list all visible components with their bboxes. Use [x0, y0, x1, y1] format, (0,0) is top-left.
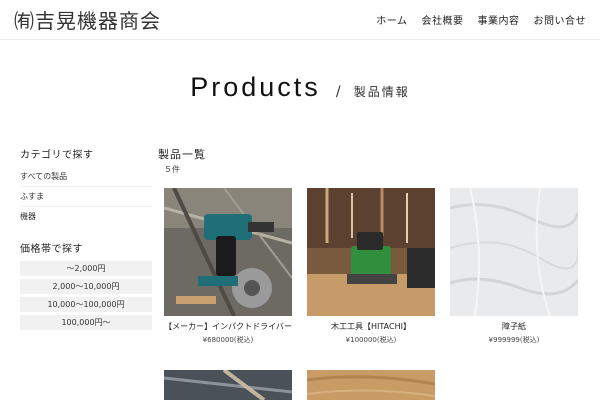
product-photo: [307, 370, 435, 400]
product-price: ¥100000(税込): [345, 336, 397, 344]
product-name[interactable]: 障子紙: [450, 321, 578, 332]
nav-business[interactable]: 事業内容: [478, 12, 520, 27]
category-fusuma[interactable]: ふすま: [20, 187, 152, 207]
shoji-paper-photo: [450, 188, 578, 316]
category-all[interactable]: すべての製品: [20, 167, 152, 187]
page-title: Products: [190, 72, 321, 102]
product-image-woodworking-tool[interactable]: [307, 188, 435, 316]
product-name[interactable]: 木工工具【HITACHI】: [307, 321, 435, 332]
price-list: 〜2,000円 2,000〜10,000円 10,000〜100,000円 10…: [20, 261, 152, 330]
category-equipment[interactable]: 機器: [20, 207, 152, 226]
price-range-button[interactable]: 10,000〜100,000円: [20, 297, 152, 312]
product-list-title: 製品一覧: [158, 148, 206, 161]
nav-company[interactable]: 会社概要: [422, 12, 464, 27]
product-card[interactable]: [164, 370, 292, 400]
product-count: ５件: [164, 165, 180, 174]
product-price: ¥680000(税込): [202, 336, 254, 344]
product-card[interactable]: 【メーカー】インパクトドライバー ¥680000(税込): [164, 188, 292, 345]
title-separator: /: [335, 84, 341, 100]
impact-driver-photo: [164, 188, 292, 316]
page-hero: Products / 製品情報: [0, 72, 600, 103]
nav-home[interactable]: ホーム: [376, 12, 407, 27]
product-card[interactable]: 木工工具【HITACHI】 ¥100000(税込): [307, 188, 435, 345]
product-photo: [164, 370, 292, 400]
product-image-impact-driver[interactable]: [164, 188, 292, 316]
site-header: ㈲吉晃機器商会 ホーム 会社概要 事業内容 お問い合せ: [0, 0, 600, 40]
product-name[interactable]: 【メーカー】インパクトドライバー: [164, 321, 292, 332]
price-range-button[interactable]: 2,000〜10,000円: [20, 279, 152, 294]
product-image-shoji-paper[interactable]: [450, 188, 578, 316]
main-nav: ホーム 会社概要 事業内容 お問い合せ: [376, 12, 586, 27]
product-section: 製品一覧 ５件 【メーカー】インパクトドライバー ¥680000(税込) 木工工…: [158, 146, 588, 400]
page-subtitle: 製品情報: [353, 85, 410, 99]
product-price: ¥999999(税込): [488, 336, 540, 344]
site-logo[interactable]: ㈲吉晃機器商会: [14, 5, 161, 34]
product-image[interactable]: [307, 370, 435, 400]
sidebar: カテゴリで探す すべての製品 ふすま 機器 価格帯で探す 〜2,000円 2,0…: [20, 146, 152, 333]
price-heading: 価格帯で探す: [20, 244, 83, 255]
product-card[interactable]: 障子紙 ¥999999(税込): [450, 188, 578, 345]
product-card[interactable]: [307, 370, 435, 400]
price-range-button[interactable]: 100,000円〜: [20, 315, 152, 330]
price-range-button[interactable]: 〜2,000円: [20, 261, 152, 276]
product-image[interactable]: [164, 370, 292, 400]
category-list: すべての製品 ふすま 機器: [20, 167, 152, 226]
nav-contact[interactable]: お問い合せ: [534, 12, 587, 27]
category-heading: カテゴリで探す: [20, 150, 94, 161]
woodworking-tool-photo: [307, 188, 435, 316]
